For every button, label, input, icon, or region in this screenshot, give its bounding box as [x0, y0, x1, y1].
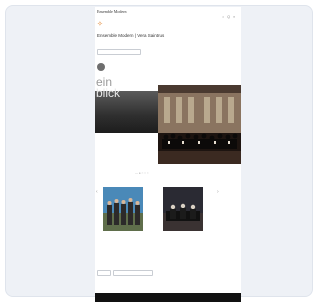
brand-name: Ensemble Modern — [97, 10, 127, 14]
event-card[interactable] — [100, 187, 148, 245]
footer-banner[interactable] — [95, 293, 241, 302]
concert-hall-illustration — [158, 85, 241, 164]
hero-concert-image[interactable] — [158, 85, 241, 164]
mobile-page-preview: Ensemble Modern ✧ ○ Q ≡ Ensemble Modern … — [95, 7, 241, 302]
search-icon[interactable]: Q — [227, 15, 230, 19]
hero-heading: ein blick — [96, 76, 166, 100]
header-toolbar: ○ Q ≡ — [222, 15, 235, 19]
event-image — [103, 187, 143, 231]
event-image — [163, 187, 203, 231]
carousel-prev-icon[interactable]: ‹ — [96, 189, 98, 195]
logo-emblem-icon: ✧ — [97, 21, 103, 28]
menu-icon[interactable]: ≡ — [233, 15, 235, 19]
carousel-next-icon[interactable]: › — [217, 189, 219, 195]
filter-chip[interactable] — [113, 270, 153, 276]
page-title: Ensemble Modern | Vera Saintrus — [97, 33, 165, 38]
filter-chip[interactable] — [97, 49, 141, 55]
brand-logo-text[interactable]: Ensemble Modern — [97, 10, 147, 20]
event-card[interactable] — [221, 187, 241, 245]
filter-chip[interactable] — [97, 270, 111, 276]
hero-word-2: blick — [96, 86, 121, 100]
account-icon[interactable]: ○ — [222, 15, 224, 19]
carousel-pagination[interactable]: — ● ○ ○ ○ — [135, 171, 149, 175]
avatar[interactable] — [97, 63, 105, 71]
event-card[interactable] — [160, 187, 208, 245]
